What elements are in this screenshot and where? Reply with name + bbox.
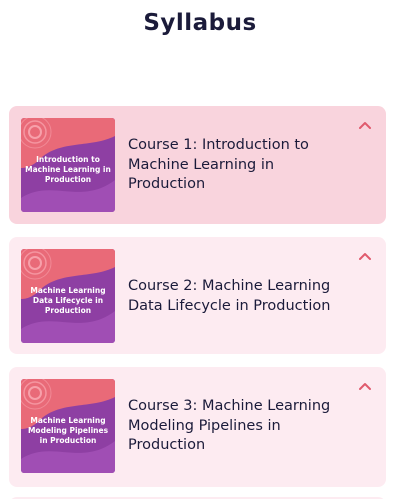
chevron-up-icon[interactable] xyxy=(358,251,372,261)
chevron-up-icon[interactable] xyxy=(358,381,372,391)
course-thumbnail: Machine Learning Data Lifecycle in Produ… xyxy=(21,249,115,343)
thumbnail-label: Machine Learning Data Lifecycle in Produ… xyxy=(30,286,106,315)
syllabus-page: Syllabus Introduction to Machine Learnin… xyxy=(0,0,400,499)
course-card-2[interactable]: Machine Learning Data Lifecycle in Produ… xyxy=(9,237,386,354)
thumbnail-label: Introduction to Machine Learning in Prod… xyxy=(25,155,111,184)
page-title: Syllabus xyxy=(143,10,257,36)
course-thumbnail: Introduction to Machine Learning in Prod… xyxy=(21,118,115,212)
course-title[interactable]: Course 2: Machine Learning Data Lifecycl… xyxy=(128,277,353,316)
course-title[interactable]: Course 1: Introduction to Machine Learni… xyxy=(128,136,353,195)
course-thumbnail: Machine Learning Modeling Pipelines in P… xyxy=(21,379,115,473)
course-card-3[interactable]: Machine Learning Modeling Pipelines in P… xyxy=(9,367,386,487)
chevron-up-icon[interactable] xyxy=(358,120,372,130)
course-card-1[interactable]: Introduction to Machine Learning in Prod… xyxy=(9,106,386,224)
course-title[interactable]: Course 3: Machine Learning Modeling Pipe… xyxy=(128,397,353,456)
thumbnail-label: Machine Learning Modeling Pipelines in P… xyxy=(27,416,109,445)
